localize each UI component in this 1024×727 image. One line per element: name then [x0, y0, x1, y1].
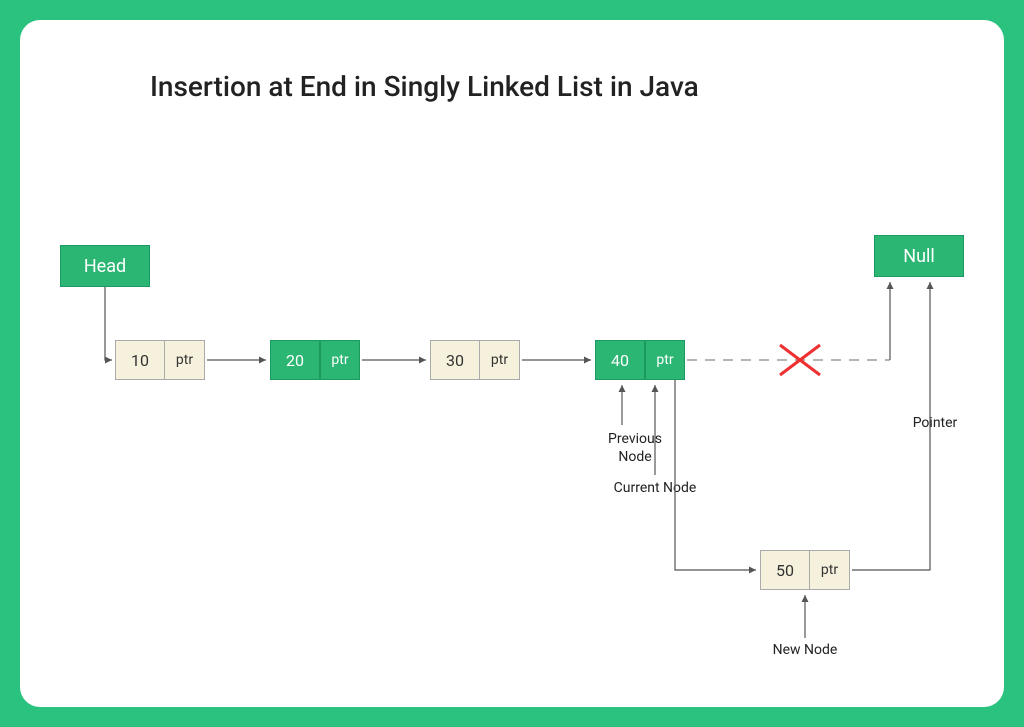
node-data: 20: [270, 340, 320, 380]
label-current: Current Node: [595, 480, 715, 496]
node-data: 50: [760, 550, 810, 590]
head-box: Head: [60, 245, 150, 287]
node-40: 40 ptr: [595, 340, 685, 380]
node-20: 20 ptr: [270, 340, 360, 380]
node-50: 50 ptr: [760, 550, 850, 590]
label-new-node: New Node: [760, 642, 850, 658]
node-ptr: ptr: [810, 550, 850, 590]
node-data: 40: [595, 340, 645, 380]
diagram-canvas: Insertion at End in Singly Linked List i…: [20, 20, 1004, 707]
null-box: Null: [874, 235, 964, 277]
diagram-title: Insertion at End in Singly Linked List i…: [150, 70, 699, 103]
label-previous: Previous Node: [595, 430, 675, 466]
node-data: 10: [115, 340, 165, 380]
node-30: 30 ptr: [430, 340, 520, 380]
node-ptr: ptr: [480, 340, 520, 380]
node-ptr: ptr: [165, 340, 205, 380]
label-pointer: Pointer: [900, 415, 970, 431]
node-10: 10 ptr: [115, 340, 205, 380]
node-ptr: ptr: [645, 340, 685, 380]
arrow-head-to-10: [105, 287, 112, 360]
cross-icon: [780, 345, 820, 375]
arrow-40-to-50: [675, 380, 756, 570]
node-data: 30: [430, 340, 480, 380]
node-ptr: ptr: [320, 340, 360, 380]
